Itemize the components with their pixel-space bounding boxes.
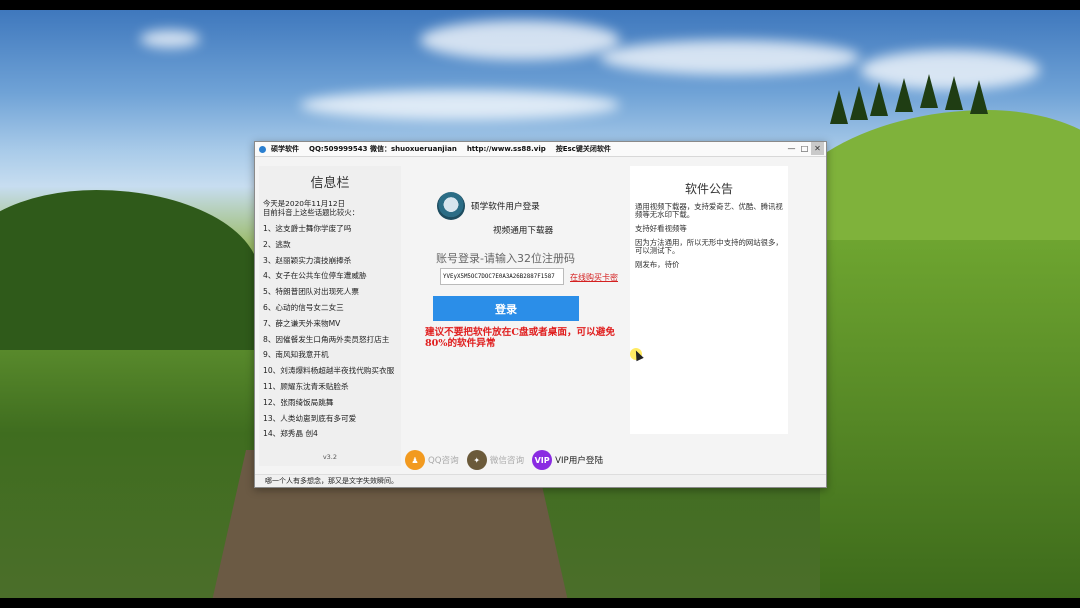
qq-consult-label: QQ咨询 bbox=[428, 456, 459, 466]
list-item[interactable]: 2、逃款 bbox=[263, 237, 401, 253]
list-item[interactable]: 11、顾耀东沈青禾贴脸杀 bbox=[263, 379, 401, 395]
cloud bbox=[300, 90, 620, 120]
cloud bbox=[420, 20, 620, 60]
notice-paragraph: 刚发布，待价 bbox=[635, 260, 680, 269]
list-item[interactable]: 3、赵丽颖实力演技崩捧杀 bbox=[263, 253, 401, 269]
tree bbox=[850, 86, 868, 120]
wechat-consult-label: 微信咨询 bbox=[489, 456, 525, 466]
vip-login-label: VIP用户登陆 bbox=[555, 456, 604, 466]
list-item[interactable]: 12、张雨绮饭局跳舞 bbox=[263, 395, 401, 411]
account-label: 账号登录-请输入32位注册码 bbox=[436, 252, 575, 265]
tree bbox=[870, 82, 888, 116]
hill bbox=[0, 190, 260, 350]
qq-icon: ♟ bbox=[405, 450, 425, 470]
notice-paragraph: 因为方法通用，所以无形中支持的网站很多，可以测试下。 bbox=[635, 238, 783, 255]
buy-key-link[interactable]: 在线购买卡密 bbox=[570, 272, 618, 283]
vip-login-button[interactable]: VIP VIP用户登陆 bbox=[532, 450, 603, 470]
maximize-icon[interactable]: □ bbox=[798, 142, 811, 155]
app-logo-icon bbox=[437, 192, 465, 220]
info-topic-intro: 目前抖音上这些话题比较火： bbox=[263, 208, 360, 217]
login-button[interactable]: 登录 bbox=[433, 296, 579, 321]
title-bar[interactable]: 硕学软件 QQ:509999543 微信：shuoxueruanjian htt… bbox=[255, 142, 826, 157]
status-bar: 哪一个人有多想念，那又是文字失效瞬间。 bbox=[255, 474, 826, 487]
list-item[interactable]: 4、女子在公共车位停车遭威胁 bbox=[263, 268, 401, 284]
app-icon bbox=[259, 145, 266, 153]
wechat-icon: ✦ bbox=[466, 450, 487, 470]
contact-bar: ♟ QQ咨询 ✦ 微信咨询 VIP VIP用户登陆 bbox=[405, 448, 825, 472]
list-item[interactable]: 7、薛之谦天外来物MV bbox=[263, 316, 401, 332]
minimize-icon[interactable]: — bbox=[785, 142, 798, 155]
tree bbox=[970, 80, 988, 114]
version-label: v3.2 bbox=[322, 453, 337, 461]
field bbox=[820, 240, 1080, 598]
tree bbox=[895, 78, 913, 112]
list-item[interactable]: 6、心动的信号女二女三 bbox=[263, 300, 401, 316]
list-item[interactable]: 13、人类幼崽到底有多可爱 bbox=[263, 411, 401, 427]
cloud bbox=[140, 30, 200, 48]
title-esc-hint: 按Esc键关闭软件 bbox=[555, 145, 611, 153]
list-item[interactable]: 5、特朗普团队对出现死人票 bbox=[263, 284, 401, 300]
info-date-line: 今天是2020年11月12日 bbox=[263, 199, 345, 208]
info-panel: 信息栏 今天是2020年11月12日 目前抖音上这些话题比较火： 1、这支爵士舞… bbox=[259, 166, 401, 466]
list-item[interactable]: 9、南风知我意开机 bbox=[263, 347, 401, 363]
app-window: 硕学软件 QQ:509999543 微信：shuoxueruanjian htt… bbox=[254, 141, 827, 488]
list-item[interactable]: 10、刘涛爆料杨超越半夜找代购买衣服 bbox=[263, 363, 401, 379]
list-item[interactable]: 14、郑秀晶 创4 bbox=[263, 426, 401, 442]
login-title: 硕学软件用户登录 bbox=[471, 202, 540, 212]
vip-badge-icon: VIP bbox=[532, 450, 553, 470]
tree bbox=[945, 76, 963, 110]
registration-code-input[interactable]: YVEyX5M5OC7DOC7E0A3A26B2887F1587 bbox=[440, 268, 564, 285]
notice-title: 软件公告 bbox=[684, 182, 733, 196]
tree bbox=[920, 74, 938, 108]
cloud bbox=[600, 40, 860, 75]
trending-list: 1、这支爵士舞你学废了吗 2、逃款 3、赵丽颖实力演技崩捧杀 4、女子在公共车位… bbox=[263, 221, 401, 442]
title-app-name: 硕学软件 bbox=[271, 145, 299, 153]
notice-paragraph: 支持好看视频等 bbox=[635, 224, 687, 233]
title-website: http://www.ss88.vip bbox=[466, 145, 546, 153]
info-date: 今天是2020年11月12日 目前抖音上这些话题比较火： bbox=[263, 199, 401, 217]
warning-text: 建议不要把软件放在C盘或者桌面，可以避免80%的软件异常 bbox=[425, 327, 615, 349]
close-icon[interactable]: ✕ bbox=[811, 142, 824, 155]
list-item[interactable]: 8、因催餐发生口角两外卖员怒打店主 bbox=[263, 332, 401, 348]
qq-consult-button[interactable]: ♟ QQ咨询 bbox=[405, 450, 459, 470]
list-item[interactable]: 1、这支爵士舞你学废了吗 bbox=[263, 221, 401, 237]
tree bbox=[830, 90, 848, 124]
notice-panel: 软件公告 通用视频下载器，支持爱奇艺、优酷、腾讯视频等无水印下载。 支持好看视频… bbox=[630, 166, 788, 434]
notice-paragraph: 通用视频下载器，支持爱奇艺、优酷、腾讯视频等无水印下载。 bbox=[635, 202, 783, 219]
wechat-consult-button[interactable]: ✦ 微信咨询 bbox=[466, 450, 525, 470]
info-panel-title: 信息栏 bbox=[310, 176, 350, 191]
login-subtitle: 视频通用下载器 bbox=[493, 226, 554, 236]
title-contact: QQ:509999543 微信：shuoxueruanjian bbox=[309, 145, 457, 153]
login-panel: 硕学软件用户登录 视频通用下载器 账号登录-请输入32位注册码 YVEyX5M5… bbox=[405, 166, 627, 446]
